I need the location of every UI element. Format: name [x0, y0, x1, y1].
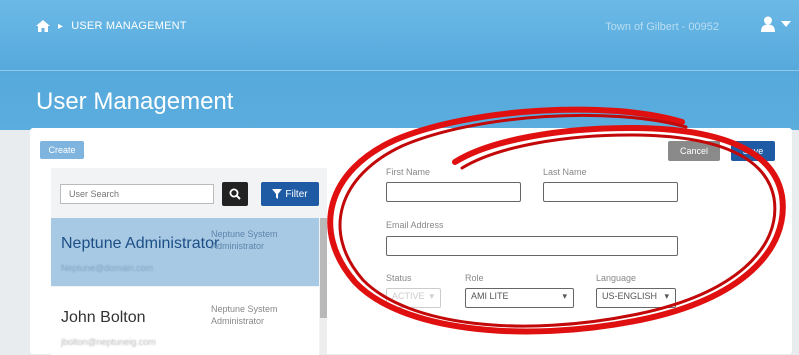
language-value: US-ENGLISH — [602, 291, 658, 301]
search-button[interactable] — [222, 182, 248, 206]
filter-label: Filter — [285, 188, 308, 200]
role-label: Role — [465, 273, 484, 283]
role-value: AMI LITE — [471, 291, 509, 301]
home-icon[interactable] — [36, 20, 50, 32]
user-role: Neptune System Administrator — [211, 304, 278, 326]
user-list-item[interactable]: John Bolton Neptune System Administrator… — [51, 287, 319, 355]
filter-icon — [272, 189, 283, 199]
caret-down-icon: ▾ — [664, 291, 669, 301]
breadcrumb: ▸ USER MANAGEMENT — [36, 20, 187, 32]
user-name: Neptune Administrator — [61, 235, 220, 252]
last-name-field[interactable] — [543, 182, 678, 202]
status-label: Status — [386, 273, 412, 283]
user-name: John Bolton — [61, 309, 146, 326]
user-search-input[interactable] — [60, 184, 214, 204]
page-title: User Management — [36, 88, 234, 115]
user-icon[interactable] — [761, 16, 775, 32]
tenant-name: Town of Gilbert - 00952 — [605, 21, 719, 33]
caret-down-icon: ▾ — [562, 291, 567, 301]
role-select[interactable]: AMI LITE ▾ — [465, 288, 574, 308]
language-select[interactable]: US-ENGLISH ▾ — [596, 288, 676, 308]
chevron-down-icon[interactable] — [781, 21, 791, 27]
user-management-card: Create Cancel Save Filter Neptune Admini… — [30, 128, 792, 355]
user-menu[interactable] — [761, 16, 791, 32]
save-button[interactable]: Save — [731, 141, 775, 161]
user-email: Neptune@domain.com — [61, 263, 154, 273]
header-divider — [0, 70, 799, 71]
user-email: jbolton@neptuneig.com — [61, 337, 156, 347]
last-name-label: Last Name — [543, 167, 587, 177]
user-list-panel: Filter Neptune Administrator Neptune Sys… — [51, 168, 327, 355]
cancel-button[interactable]: Cancel — [668, 141, 720, 161]
user-list-item[interactable]: Neptune Administrator Neptune System Adm… — [51, 218, 319, 286]
email-label: Email Address — [386, 220, 444, 230]
status-select[interactable]: ACTIVE ▾ — [386, 288, 441, 308]
email-field[interactable] — [386, 236, 678, 256]
caret-down-icon: ▾ — [429, 291, 434, 301]
app-header: ▸ USER MANAGEMENT Town of Gilbert - 0095… — [0, 0, 799, 130]
create-button[interactable]: Create — [40, 141, 84, 159]
first-name-field[interactable] — [386, 182, 521, 202]
user-role: Neptune System Administrator — [211, 229, 278, 251]
language-label: Language — [596, 273, 637, 283]
filter-button[interactable]: Filter — [261, 182, 319, 206]
first-name-label: First Name — [386, 167, 431, 177]
list-scrollbar-thumb[interactable] — [320, 218, 327, 318]
breadcrumb-separator-icon: ▸ — [58, 20, 64, 32]
breadcrumb-current[interactable]: USER MANAGEMENT — [71, 20, 186, 32]
search-icon — [229, 188, 241, 200]
status-value: ACTIVE — [392, 291, 425, 301]
